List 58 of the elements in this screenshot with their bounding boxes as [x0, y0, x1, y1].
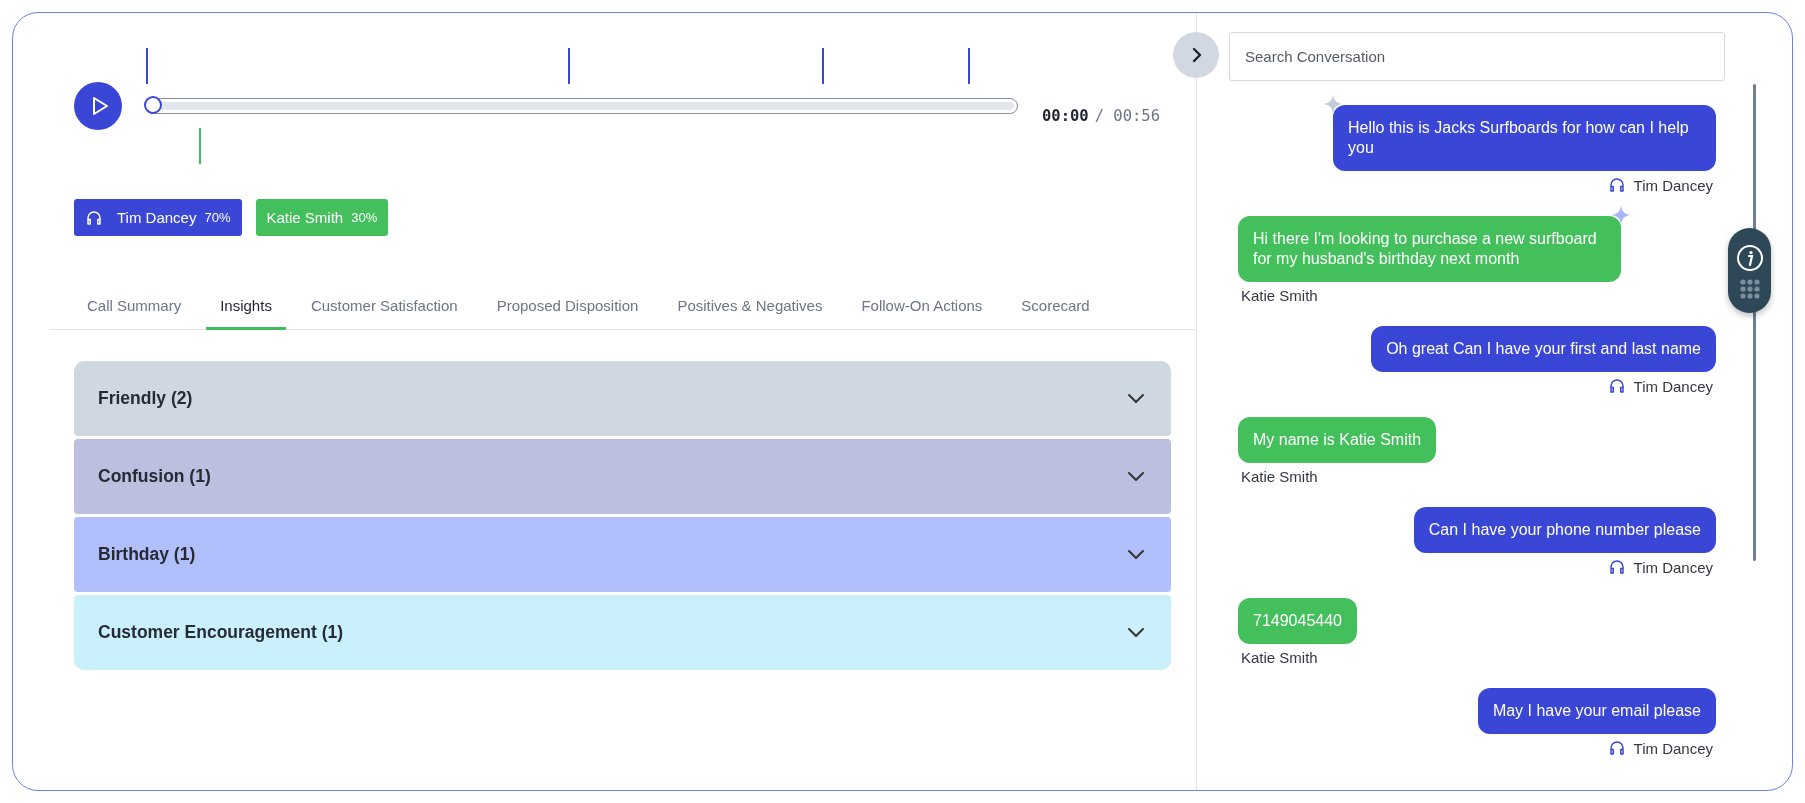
info-widget[interactable] — [1728, 228, 1771, 313]
chevron-down-icon — [1127, 392, 1145, 404]
headset-icon — [85, 208, 103, 227]
sparkle-icon — [1612, 206, 1630, 224]
play-button[interactable] — [74, 82, 122, 130]
headset-icon — [1607, 176, 1626, 194]
play-icon — [90, 96, 109, 116]
info-icon — [1735, 243, 1764, 272]
sparkle-icon — [1324, 95, 1342, 113]
tab[interactable]: Proposed Disposition — [482, 287, 653, 330]
message-bubble: May I have your email please — [1477, 688, 1716, 734]
chevron-right-icon — [1191, 47, 1203, 63]
timeline-marker[interactable] — [146, 47, 148, 84]
tab[interactable]: Scorecard — [1007, 287, 1104, 330]
speaker-name: Tim Dancey — [1633, 176, 1713, 194]
timeline-marker[interactable] — [968, 47, 971, 84]
tab[interactable]: Customer Satisfaction — [296, 287, 472, 330]
speaker-name: Tim Dancey — [117, 209, 197, 226]
speaker-name: Katie Smith — [1241, 287, 1318, 304]
chevron-down-icon — [1127, 548, 1145, 560]
headset-icon — [1607, 558, 1626, 576]
search-field[interactable]: Search Conversation — [1229, 32, 1725, 81]
speaker-name: Katie Smith — [1241, 468, 1318, 485]
message-bubble: My name is Katie Smith — [1238, 417, 1437, 463]
current-time: 00:00 — [1042, 107, 1089, 125]
tab[interactable]: Follow-On Actions — [847, 287, 997, 330]
timeline-marker[interactable] — [568, 47, 571, 84]
insight-title: Friendly (2) — [98, 387, 193, 409]
headset-icon — [1607, 377, 1626, 395]
talk-share: 70% — [204, 210, 231, 225]
chevron-down-icon — [1127, 470, 1145, 482]
timeline-marker[interactable] — [199, 127, 202, 164]
insight-accordion[interactable]: Confusion (1) — [74, 438, 1171, 514]
timeline-marker[interactable] — [821, 47, 824, 84]
dots-grid-icon — [1738, 277, 1761, 300]
headset-icon — [1607, 739, 1626, 757]
speaker-name: Tim Dancey — [1633, 377, 1713, 395]
message-bubble: Oh great Can I have your first and last name — [1371, 326, 1716, 372]
insight-accordion[interactable]: Customer Encouragement (1) — [74, 594, 1171, 670]
tab[interactable]: Insights — [206, 287, 286, 330]
chevron-down-icon — [1127, 626, 1145, 638]
speaker-name: Tim Dancey — [1633, 558, 1713, 576]
insight-title: Confusion (1) — [98, 465, 211, 487]
speaker-chip[interactable]: Tim Dancey 70% — [74, 199, 242, 236]
speaker-name: Tim Dancey — [1633, 739, 1713, 757]
tab[interactable]: Positives & Negatives — [663, 287, 837, 330]
message-bubble: 7149045440 — [1238, 598, 1357, 644]
progress-thumb[interactable] — [144, 95, 162, 114]
insight-title: Birthday (1) — [98, 543, 196, 565]
tab[interactable]: Call Summary — [73, 287, 196, 330]
insight-title: Customer Encouragement (1) — [98, 621, 344, 643]
message-bubble: Can I have your phone number please — [1413, 507, 1716, 553]
talk-share: 30% — [351, 210, 378, 225]
insight-accordion[interactable]: Birthday (1) — [74, 516, 1171, 592]
speaker-name: Katie Smith — [266, 209, 344, 226]
duration-time: / 00:56 — [1094, 107, 1160, 125]
insight-accordion[interactable]: Friendly (2) — [74, 360, 1171, 436]
speaker-name: Katie Smith — [1241, 649, 1318, 666]
